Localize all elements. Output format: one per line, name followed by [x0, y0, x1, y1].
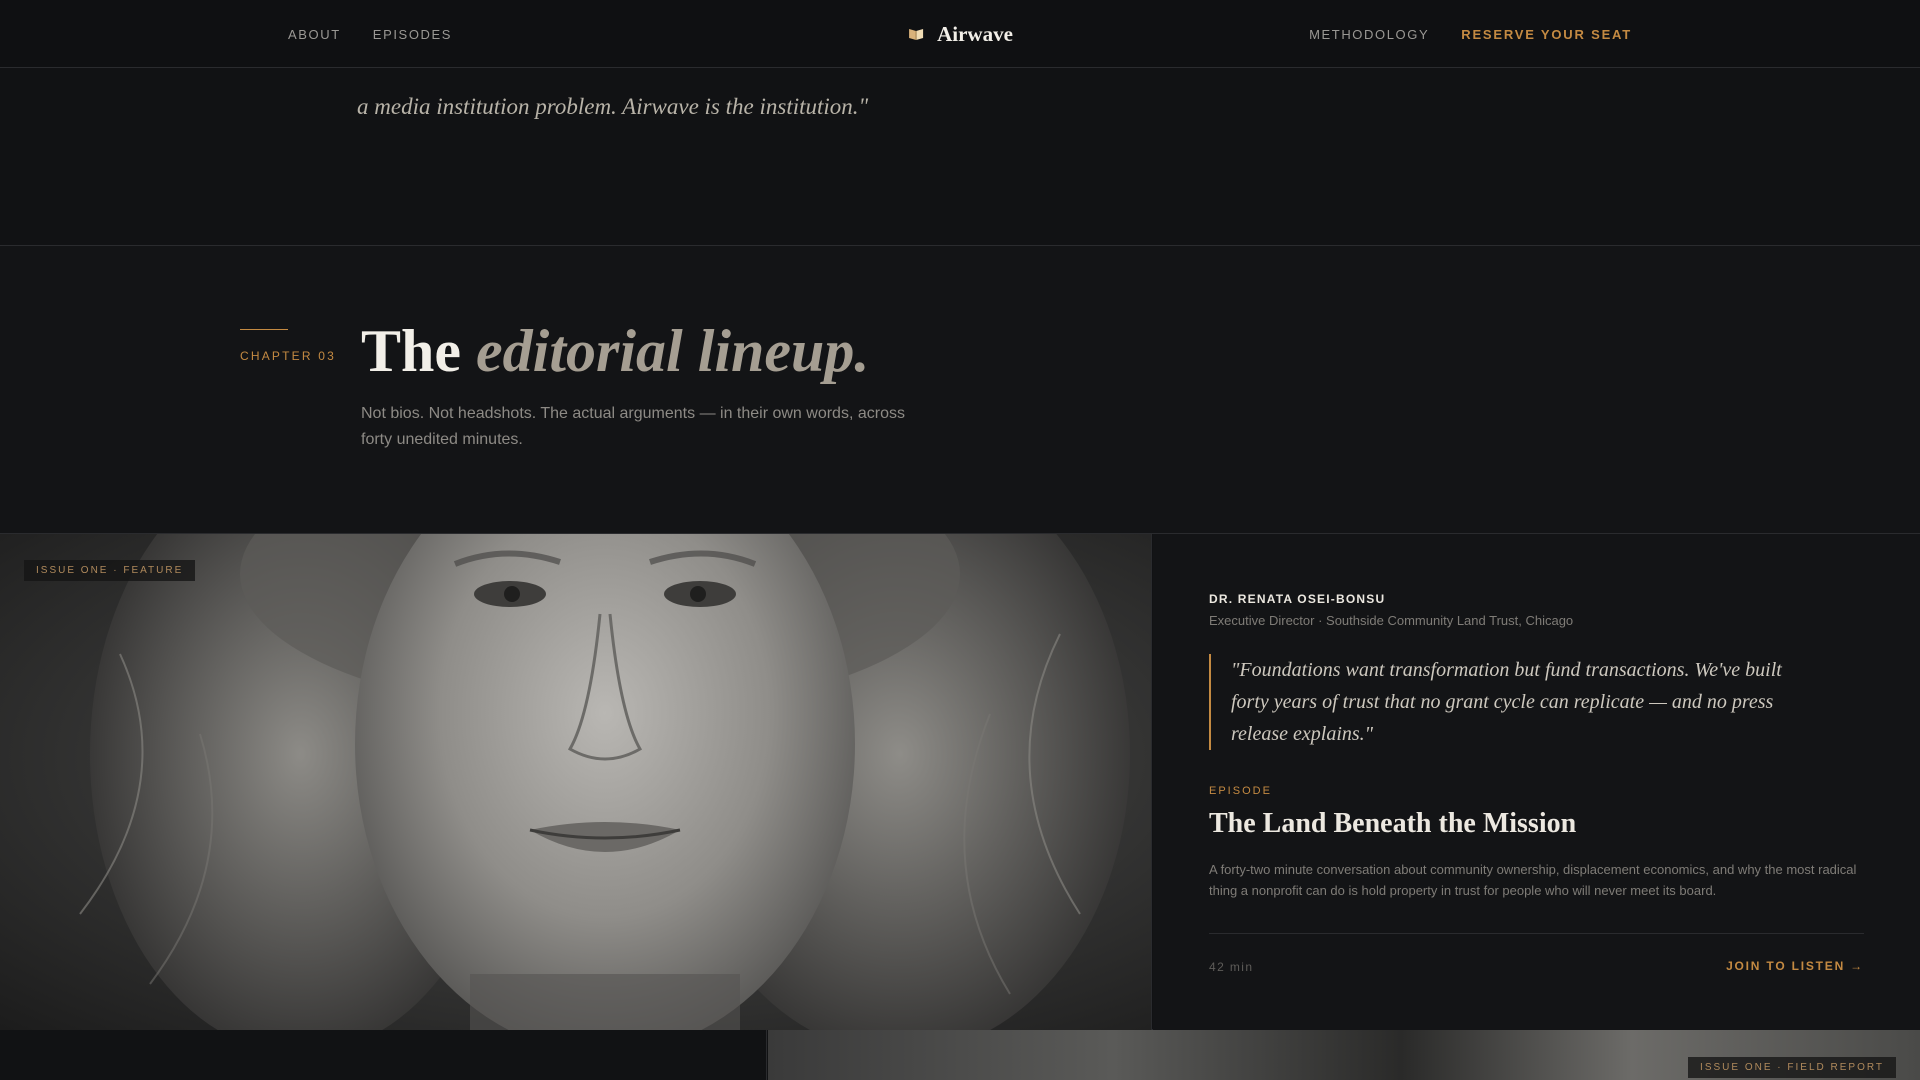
nav-link-episodes[interactable]: EPISODES: [373, 27, 452, 42]
field-report-tag: ISSUE ONE · FIELD REPORT: [1688, 1057, 1896, 1078]
episode-description: A forty-two minute conversation about co…: [1209, 862, 1857, 898]
next-card-photo: ISSUE ONE · FIELD REPORT: [768, 1030, 1920, 1080]
chapter-header: CHAPTER 03 The editorial lineup. Not bio…: [0, 246, 1920, 534]
next-card-text-area: [0, 1030, 767, 1080]
chapter-rule: [240, 329, 288, 330]
episode-duration: 42 min: [1209, 960, 1254, 974]
episode-divider: [1209, 933, 1864, 934]
guest-portrait-photo: ISSUE ONE · FEATURE: [0, 534, 1152, 1030]
book-icon: [907, 25, 925, 43]
guest-role: Executive Director · Southside Community…: [1209, 613, 1574, 628]
feature-card: ISSUE ONE · FEATURE DR. RENATA OSEI-BONS…: [0, 534, 1920, 1030]
nav-right-group: METHODOLOGY RESERVE YOUR SEAT: [1309, 0, 1632, 68]
chapter-title-plain: The: [361, 318, 477, 384]
episode-title: The Land Beneath the Mission: [1209, 808, 1577, 839]
nav-link-methodology[interactable]: METHODOLOGY: [1309, 27, 1429, 42]
chapter-title-italic: editorial lineup.: [476, 318, 870, 384]
chapter-subtitle: Not bios. Not headshots. The actual argu…: [361, 405, 905, 448]
episode-kicker: EPISODE: [1209, 785, 1272, 797]
guest-pull-quote: "Foundations want transformation but fun…: [1209, 654, 1809, 750]
chapter-kicker: CHAPTER 03: [240, 349, 337, 363]
brand-logo[interactable]: Airwave: [907, 0, 1013, 68]
top-nav: ABOUT EPISODES Airwave METHODOLOGY RESER…: [0, 0, 1920, 68]
guest-name: DR. RENATA OSEI-BONSU: [1209, 592, 1386, 606]
feature-body: DR. RENATA OSEI-BONSU Executive Director…: [1153, 534, 1920, 1030]
intro-quote-line: a media institution problem. Airwave is …: [357, 94, 869, 119]
brand-name: Airwave: [937, 21, 1013, 46]
chapter-title: The editorial lineup.: [361, 318, 869, 384]
nav-link-about[interactable]: ABOUT: [288, 27, 341, 42]
reserve-seat-button[interactable]: RESERVE YOUR SEAT: [1461, 27, 1632, 42]
nav-left-group: ABOUT EPISODES: [288, 0, 452, 68]
feature-tag: ISSUE ONE · FEATURE: [24, 560, 196, 581]
join-to-listen-link[interactable]: JOIN TO LISTEN →: [1726, 959, 1864, 973]
